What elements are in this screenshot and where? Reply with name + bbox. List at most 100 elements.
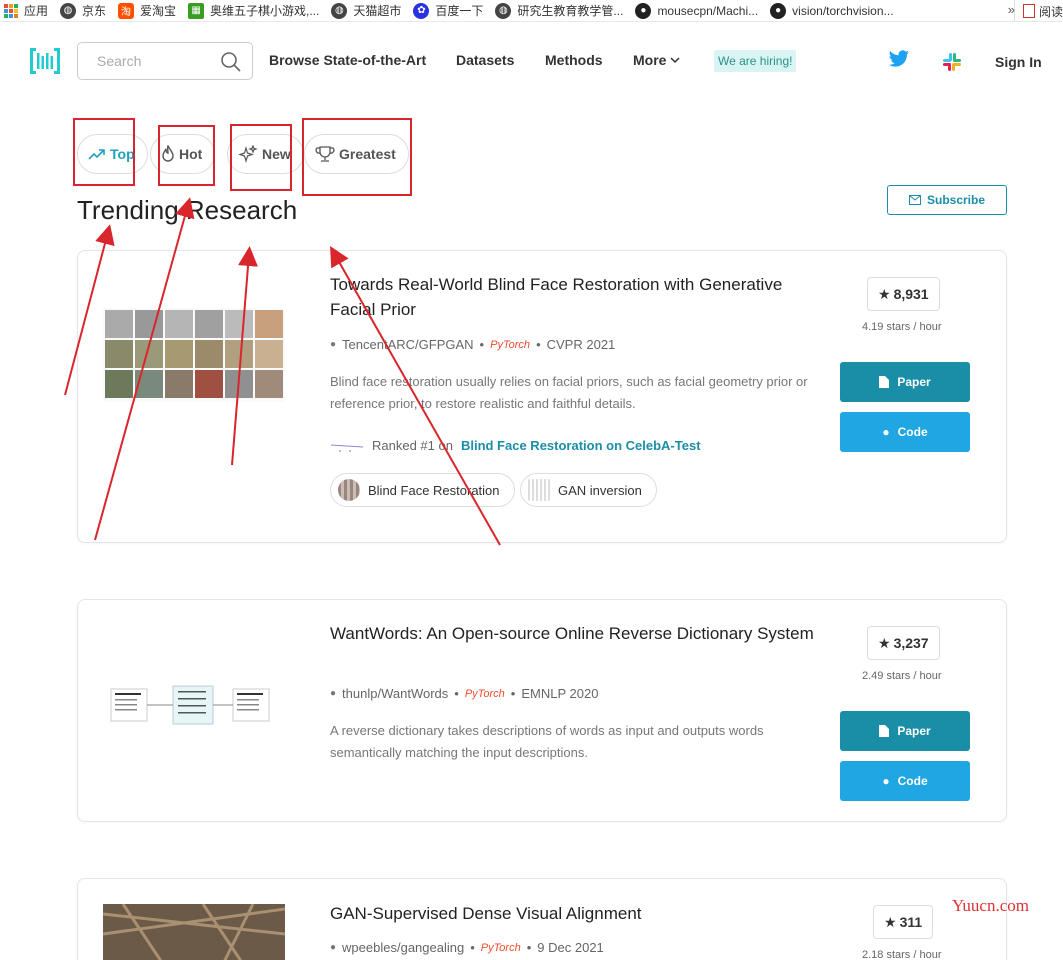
bookmark-baidu[interactable]: ✿ 百度一下: [409, 0, 491, 21]
bookmark-label: vision/torchvision...: [792, 3, 894, 18]
bookmark-label: 应用: [24, 4, 49, 18]
paper-card: Towards Real-World Blind Face Restoratio…: [77, 250, 1007, 543]
bookmark-label: mousecpn/Machi...: [657, 3, 759, 18]
paper-title[interactable]: GAN-Supervised Dense Visual Alignment: [330, 901, 820, 926]
github-icon: ●: [882, 425, 890, 439]
search-icon[interactable]: [220, 51, 242, 73]
code-button-label: Code: [897, 425, 928, 439]
stars-rate: 2.18 stars / hour: [862, 949, 942, 960]
bookmark-torchvision[interactable]: ● vision/torchvision...: [766, 0, 901, 21]
twitter-icon[interactable]: [888, 50, 910, 68]
star-value: 311: [899, 914, 923, 930]
star-icon: ★: [878, 285, 891, 302]
bookmark-grad[interactable]: ◍ 研究生教育教学管...: [491, 0, 631, 21]
nav-more-label: More: [633, 52, 667, 68]
bookmark-apps[interactable]: 应用: [0, 0, 56, 21]
bookmark-label: 天猫超市: [353, 4, 402, 18]
nav-browse-sota[interactable]: Browse State-of-the-Art: [269, 52, 426, 68]
paper-button[interactable]: Paper: [840, 711, 970, 751]
task-tag[interactable]: GAN inversion: [520, 473, 657, 507]
star-count: ★ 8,931: [867, 277, 940, 311]
code-button[interactable]: ● Code: [840, 761, 970, 801]
paper-repo[interactable]: thunlp/WantWords: [342, 686, 448, 701]
annotation-box-top: [73, 118, 135, 186]
bookmark-label: 奥维五子棋小游戏,...: [210, 4, 320, 18]
paper-repo[interactable]: TencentARC/GFPGAN: [342, 337, 474, 352]
sign-in-link[interactable]: Sign In: [995, 54, 1042, 70]
paper-button-label: Paper: [897, 724, 931, 738]
globe-icon: ◍: [495, 2, 512, 19]
bookmark-label: 爱淘宝: [140, 4, 177, 18]
page-title: Trending Research: [77, 195, 298, 225]
ranking-task-link[interactable]: Blind Face Restoration on CelebA-Test: [461, 438, 701, 453]
tag-thumbnail: [338, 479, 360, 501]
bookmark-label: 研究生教育教学管...: [517, 4, 624, 18]
hiring-badge[interactable]: We are hiring!: [714, 50, 797, 72]
star-value: 8,931: [893, 286, 929, 302]
task-tag[interactable]: Blind Face Restoration: [330, 473, 515, 507]
paper-thumbnail[interactable]: [103, 308, 285, 402]
bookmark-game[interactable]: ▦ 奥维五子棋小游戏,...: [184, 0, 327, 21]
paper-venue[interactable]: EMNLP 2020: [521, 686, 598, 701]
pytorch-badge: PyTorch: [480, 941, 521, 954]
reading-list-label: 阅读: [1038, 4, 1063, 19]
globe-icon: ◍: [331, 2, 348, 19]
github-icon: ●: [330, 339, 337, 350]
bookmark-taobao[interactable]: 淘 爱淘宝: [114, 0, 184, 21]
code-button[interactable]: ● Code: [840, 412, 970, 452]
star-count: ★ 3,237: [867, 626, 940, 660]
annotation-box-new: [230, 124, 292, 191]
bookmark-label: 百度一下: [435, 4, 484, 18]
meta-separator: •: [470, 940, 475, 955]
github-icon: ●: [635, 2, 652, 19]
paper-thumbnail[interactable]: [103, 685, 273, 725]
paper-venue[interactable]: CVPR 2021: [547, 337, 616, 352]
reading-list-button[interactable]: 阅读: [1013, 0, 1063, 21]
paper-venue[interactable]: 9 Dec 2021: [537, 940, 604, 955]
github-icon: ●: [330, 942, 337, 953]
bookmarks-bar: 应用 ◍ 京东 淘 爱淘宝 ▦ 奥维五子棋小游戏,... ◍ 天猫超市 ✿ 百度…: [0, 0, 1063, 22]
bookmark-mousecpn[interactable]: ● mousecpn/Machi...: [631, 0, 766, 21]
papers-with-code-logo[interactable]: [30, 48, 60, 74]
subscribe-button[interactable]: Subscribe: [887, 185, 1007, 215]
sota-chart-icon: [330, 444, 364, 452]
navbar: Browse State-of-the-Art Datasets Methods…: [0, 22, 1063, 100]
annotation-box-hot: [158, 125, 215, 186]
baidu-paw-icon: ✿: [413, 2, 430, 19]
github-icon: ●: [770, 2, 787, 19]
meta-separator: •: [536, 337, 541, 352]
pytorch-badge: PyTorch: [464, 687, 505, 700]
meta-separator: •: [526, 940, 532, 955]
star-icon: ★: [884, 913, 897, 930]
document-icon: [879, 376, 890, 388]
nav-more-dropdown[interactable]: More: [633, 52, 680, 68]
subscribe-label: Subscribe: [926, 193, 986, 207]
pytorch-badge: PyTorch: [490, 338, 531, 351]
apps-grid-icon: [4, 3, 18, 18]
slack-icon[interactable]: [942, 52, 962, 72]
paper-repo[interactable]: wpeebles/gangealing: [342, 940, 464, 955]
bookmark-tmall[interactable]: ◍ 天猫超市: [327, 0, 409, 21]
github-icon: ●: [330, 688, 337, 699]
tag-label: Blind Face Restoration: [368, 482, 500, 498]
chevron-down-icon: [670, 57, 680, 64]
mail-icon: [908, 195, 921, 205]
bookmark-jd[interactable]: ◍ 京东: [56, 0, 114, 21]
paper-button[interactable]: Paper: [840, 362, 970, 402]
stars-rate: 2.49 stars / hour: [862, 670, 942, 682]
paper-meta: ● wpeebles/gangealing • PyTorch • 9 Dec …: [330, 940, 604, 955]
annotation-box-greatest: [302, 118, 412, 196]
paper-title[interactable]: Towards Real-World Blind Face Restoratio…: [330, 272, 820, 322]
search-input[interactable]: [97, 53, 217, 69]
bookmark-label: 京东: [82, 4, 107, 18]
paper-card: GAN-Supervised Dense Visual Alignment ● …: [77, 878, 1007, 960]
paper-button-label: Paper: [897, 375, 931, 389]
tag-thumbnail: [528, 479, 550, 501]
taobao-icon: 淘: [118, 2, 135, 19]
nav-datasets[interactable]: Datasets: [456, 52, 514, 68]
star-count: ★ 311: [873, 905, 934, 939]
nav-methods[interactable]: Methods: [545, 52, 603, 68]
paper-title[interactable]: WantWords: An Open-source Online Reverse…: [330, 621, 820, 646]
paper-thumbnail[interactable]: [103, 904, 285, 960]
meta-separator: •: [454, 686, 459, 701]
